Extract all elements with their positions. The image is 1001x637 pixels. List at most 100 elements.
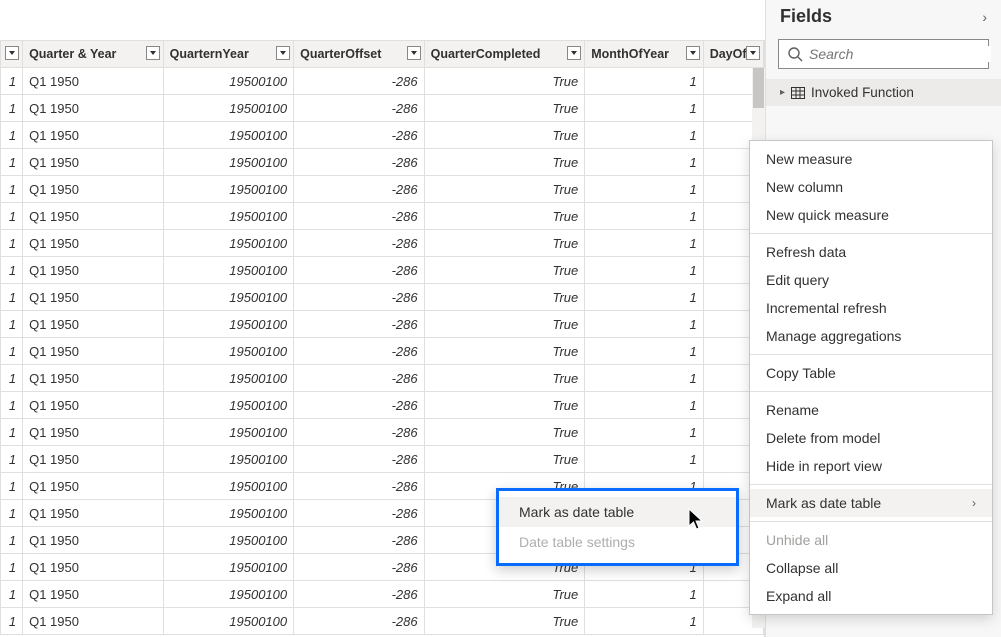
table-row[interactable]: 1Q1 195019500100-286True1: [1, 338, 764, 365]
cell-qc: True: [424, 338, 585, 365]
cell-qn: 19500100: [163, 284, 294, 311]
cell-qy: Q1 1950: [23, 95, 164, 122]
cell-qc: True: [424, 365, 585, 392]
column-header-qn[interactable]: QuarternYear: [163, 41, 294, 68]
cell-qy: Q1 1950: [23, 68, 164, 95]
cell-qn: 19500100: [163, 527, 294, 554]
menu-item-label: Incremental refresh: [766, 300, 887, 316]
table-row[interactable]: 1Q1 195019500100-286True1: [1, 122, 764, 149]
cell-qy: Q1 1950: [23, 365, 164, 392]
cell-qn: 19500100: [163, 446, 294, 473]
menu-item-label: Hide in report view: [766, 458, 882, 474]
menu-item[interactable]: Delete from model: [750, 424, 992, 452]
menu-item[interactable]: Rename: [750, 396, 992, 424]
cell-qy: Q1 1950: [23, 446, 164, 473]
cell-my: 1: [585, 581, 703, 608]
cell-idx: 1: [1, 203, 23, 230]
cell-qn: 19500100: [163, 473, 294, 500]
table-row[interactable]: 1Q1 195019500100-286True1: [1, 419, 764, 446]
scrollbar-thumb[interactable]: [753, 68, 764, 108]
menu-item[interactable]: Manage aggregations: [750, 322, 992, 350]
cell-qo: -286: [294, 68, 425, 95]
fields-table-item[interactable]: ▸ Invoked Function: [766, 79, 1001, 106]
cell-qy: Q1 1950: [23, 527, 164, 554]
column-header-idx[interactable]: [1, 41, 23, 68]
table-row[interactable]: 1Q1 195019500100-286True1: [1, 608, 764, 635]
cell-idx: 1: [1, 365, 23, 392]
table-row[interactable]: 1Q1 195019500100-286True1: [1, 581, 764, 608]
cell-qc: True: [424, 257, 585, 284]
column-header-qy[interactable]: Quarter & Year: [23, 41, 164, 68]
cell-my: 1: [585, 365, 703, 392]
cell-idx: 1: [1, 311, 23, 338]
cursor-icon: [688, 508, 706, 532]
cell-qy: Q1 1950: [23, 149, 164, 176]
cell-idx: 1: [1, 176, 23, 203]
cell-my: 1: [585, 149, 703, 176]
menu-item[interactable]: New quick measure: [750, 201, 992, 229]
table-row[interactable]: 1Q1 195019500100-286True1: [1, 257, 764, 284]
table-row[interactable]: 1Q1 195019500100-286True1: [1, 392, 764, 419]
column-filter-icon[interactable]: [146, 46, 160, 60]
cell-qo: -286: [294, 446, 425, 473]
cell-qy: Q1 1950: [23, 176, 164, 203]
menu-item[interactable]: Mark as date table›: [750, 489, 992, 517]
table-row[interactable]: 1Q1 195019500100-286True1: [1, 365, 764, 392]
cell-my: 1: [585, 257, 703, 284]
menu-separator: [750, 521, 992, 522]
cell-my: 1: [585, 176, 703, 203]
menu-item[interactable]: New column: [750, 173, 992, 201]
cell-my: 1: [585, 230, 703, 257]
cell-idx: 1: [1, 608, 23, 635]
cell-qy: Q1 1950: [23, 554, 164, 581]
cell-idx: 1: [1, 68, 23, 95]
collapse-pane-icon[interactable]: ›: [982, 9, 987, 25]
cell-qy: Q1 1950: [23, 230, 164, 257]
column-filter-icon[interactable]: [686, 46, 700, 60]
menu-separator: [750, 233, 992, 234]
table-row[interactable]: 1Q1 195019500100-286True1: [1, 203, 764, 230]
column-filter-icon[interactable]: [276, 46, 290, 60]
table-row[interactable]: 1Q1 195019500100-286True1: [1, 284, 764, 311]
fields-search-input[interactable]: [809, 46, 991, 62]
menu-item[interactable]: New measure: [750, 145, 992, 173]
cell-idx: 1: [1, 284, 23, 311]
table-row[interactable]: 1Q1 195019500100-286True1: [1, 311, 764, 338]
fields-search[interactable]: [778, 39, 989, 69]
table-row[interactable]: 1Q1 195019500100-286True1: [1, 149, 764, 176]
search-icon: [787, 46, 803, 62]
cell-qy: Q1 1950: [23, 608, 164, 635]
menu-item[interactable]: Collapse all: [750, 554, 992, 582]
column-filter-icon[interactable]: [567, 46, 581, 60]
cell-qn: 19500100: [163, 122, 294, 149]
menu-item[interactable]: Expand all: [750, 582, 992, 610]
column-header-my[interactable]: MonthOfYear: [585, 41, 703, 68]
cell-idx: 1: [1, 122, 23, 149]
cell-qc: True: [424, 419, 585, 446]
menu-item[interactable]: Refresh data: [750, 238, 992, 266]
table-row[interactable]: 1Q1 195019500100-286True1: [1, 230, 764, 257]
column-filter-icon[interactable]: [746, 46, 760, 60]
menu-item[interactable]: Edit query: [750, 266, 992, 294]
table-row[interactable]: 1Q1 195019500100-286True1: [1, 68, 764, 95]
cell-qy: Q1 1950: [23, 338, 164, 365]
menu-item[interactable]: Hide in report view: [750, 452, 992, 480]
menu-item[interactable]: Copy Table: [750, 359, 992, 387]
table-row[interactable]: 1Q1 195019500100-286True1: [1, 446, 764, 473]
column-header-qo[interactable]: QuarterOffset: [294, 41, 425, 68]
cell-idx: 1: [1, 149, 23, 176]
cell-idx: 1: [1, 500, 23, 527]
column-header-do[interactable]: DayOf: [703, 41, 763, 68]
column-header-qc[interactable]: QuarterCompleted: [424, 41, 585, 68]
table-row[interactable]: 1Q1 195019500100-286True1: [1, 176, 764, 203]
submenu-indicator-icon: ›: [972, 496, 976, 510]
cell-qy: Q1 1950: [23, 284, 164, 311]
menu-item-label: Rename: [766, 402, 819, 418]
column-filter-icon[interactable]: [407, 46, 421, 60]
menu-item[interactable]: Incremental refresh: [750, 294, 992, 322]
column-filter-icon[interactable]: [5, 46, 19, 60]
cell-qo: -286: [294, 581, 425, 608]
cell-my: 1: [585, 392, 703, 419]
cell-qn: 19500100: [163, 581, 294, 608]
table-row[interactable]: 1Q1 195019500100-286True1: [1, 95, 764, 122]
